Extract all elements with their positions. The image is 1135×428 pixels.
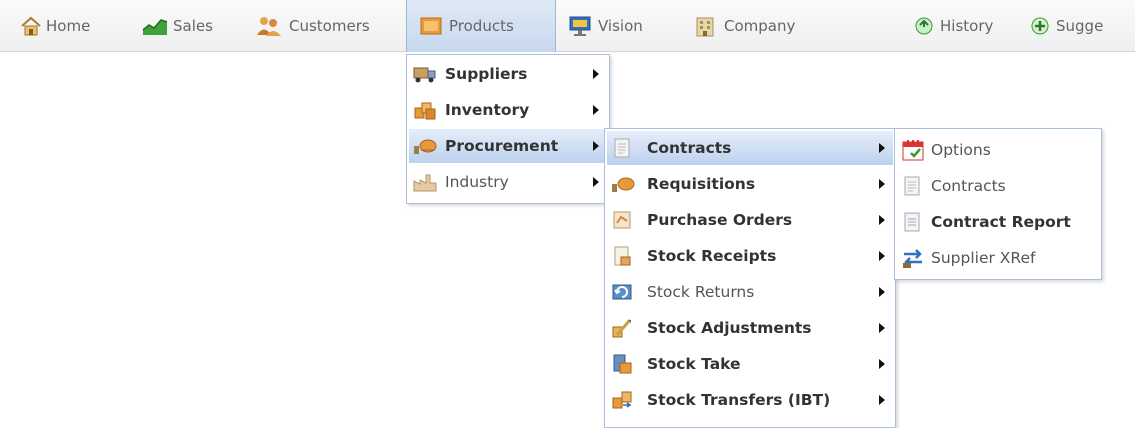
- procurement-icon: [413, 136, 437, 156]
- menu-item-procurement-label: Procurement: [445, 137, 559, 155]
- menu-item-industry[interactable]: Industry: [409, 165, 607, 199]
- submenu-arrow-icon: [879, 359, 885, 369]
- submenu-arrow-icon: [593, 141, 599, 151]
- stock-transfers-icon: [611, 389, 633, 411]
- contract-report-icon: [901, 211, 923, 233]
- industry-factory-icon: [413, 172, 437, 192]
- menu-item-suppliers-label: Suppliers: [445, 65, 528, 83]
- stock-adjustments-icon: [611, 317, 633, 339]
- nav-sales-label: Sales: [173, 17, 213, 35]
- menu-item-options-label: Options: [931, 141, 991, 159]
- nav-products[interactable]: Products: [406, 0, 556, 52]
- company-building-icon: [694, 15, 716, 37]
- menu-item-contracts-list[interactable]: Contracts: [897, 169, 1099, 203]
- nav-customers[interactable]: Customers: [256, 0, 370, 52]
- menu-item-contract-report-label: Contract Report: [931, 213, 1071, 231]
- menu-item-requisitions-label: Requisitions: [647, 175, 756, 193]
- nav-history[interactable]: History: [914, 0, 993, 52]
- submenu-arrow-icon: [879, 287, 885, 297]
- contracts-submenu: Options Contracts Contract Report Suppli…: [894, 128, 1102, 280]
- suppliers-truck-icon: [413, 64, 437, 84]
- options-calendar-icon: [901, 138, 925, 162]
- submenu-arrow-icon: [879, 215, 885, 225]
- contracts-document-icon: [611, 137, 633, 159]
- menu-item-procurement[interactable]: Procurement: [409, 129, 607, 163]
- sales-chart-icon: [142, 16, 168, 36]
- menu-item-stock-transfers-label: Stock Transfers (IBT): [647, 391, 831, 409]
- submenu-arrow-icon: [593, 177, 599, 187]
- submenu-arrow-icon: [879, 323, 885, 333]
- nav-company-label: Company: [724, 17, 796, 35]
- menu-item-stock-take[interactable]: Stock Take: [607, 347, 893, 381]
- menu-item-supplier-xref[interactable]: Supplier XRef: [897, 241, 1099, 275]
- supplier-xref-icon: [901, 247, 925, 269]
- nav-home[interactable]: Home: [20, 0, 90, 52]
- inventory-icon: [413, 100, 437, 120]
- menu-item-stock-adjustments[interactable]: Stock Adjustments: [607, 311, 893, 345]
- menu-item-stock-adjustments-label: Stock Adjustments: [647, 319, 812, 337]
- nav-suggest[interactable]: Sugge: [1030, 0, 1103, 52]
- menu-item-stock-receipts[interactable]: Stock Receipts: [607, 239, 893, 273]
- vision-monitor-icon: [568, 15, 592, 37]
- contracts-list-document-icon: [901, 175, 923, 197]
- submenu-arrow-icon: [879, 179, 885, 189]
- nav-customers-label: Customers: [289, 17, 370, 35]
- home-icon: [20, 16, 42, 36]
- submenu-arrow-icon: [593, 69, 599, 79]
- customers-icon: [256, 15, 282, 37]
- menu-item-stock-receipts-label: Stock Receipts: [647, 247, 777, 265]
- menu-item-suppliers[interactable]: Suppliers: [409, 57, 607, 91]
- menu-item-stock-transfers[interactable]: Stock Transfers (IBT): [607, 383, 893, 417]
- menu-item-stock-returns[interactable]: Stock Returns: [607, 275, 893, 309]
- nav-sales[interactable]: Sales: [142, 0, 213, 52]
- menu-item-contracts-label: Contracts: [647, 139, 732, 157]
- nav-company[interactable]: Company: [694, 0, 795, 52]
- menu-item-purchase-orders-label: Purchase Orders: [647, 211, 793, 229]
- menu-item-inventory-label: Inventory: [445, 101, 530, 119]
- menu-item-stock-returns-label: Stock Returns: [647, 283, 755, 301]
- products-dropdown-menu: Suppliers Inventory Procurement Industry: [406, 54, 610, 204]
- nav-history-label: History: [940, 17, 994, 35]
- requisitions-icon: [611, 174, 635, 194]
- menu-item-stock-take-label: Stock Take: [647, 355, 741, 373]
- menu-item-contracts-list-label: Contracts: [931, 177, 1006, 195]
- products-icon: [419, 16, 443, 36]
- procurement-submenu: Contracts Requisitions Purchase Orders S…: [604, 128, 896, 428]
- nav-home-label: Home: [46, 17, 91, 35]
- menu-item-supplier-xref-label: Supplier XRef: [931, 249, 1036, 267]
- menu-item-purchase-orders[interactable]: Purchase Orders: [607, 203, 893, 237]
- stock-receipts-icon: [611, 245, 633, 267]
- history-icon: [914, 16, 934, 36]
- menu-item-requisitions[interactable]: Requisitions: [607, 167, 893, 201]
- menu-item-inventory[interactable]: Inventory: [409, 93, 607, 127]
- submenu-arrow-icon: [879, 143, 885, 153]
- purchase-orders-icon: [611, 209, 633, 231]
- menu-item-contract-report[interactable]: Contract Report: [897, 205, 1099, 239]
- menu-item-options[interactable]: Options: [897, 133, 1099, 167]
- submenu-arrow-icon: [879, 395, 885, 405]
- submenu-arrow-icon: [879, 251, 885, 261]
- nav-vision-label: Vision: [598, 17, 643, 35]
- nav-suggest-label: Sugge: [1056, 17, 1104, 35]
- stock-returns-icon: [611, 281, 633, 303]
- nav-vision[interactable]: Vision: [568, 0, 643, 52]
- menu-item-contracts[interactable]: Contracts: [607, 131, 893, 165]
- stock-take-icon: [611, 353, 633, 375]
- menu-item-industry-label: Industry: [445, 173, 509, 191]
- submenu-arrow-icon: [593, 105, 599, 115]
- top-navigation-bar: Home Sales Customers Products Vision Com…: [0, 0, 1135, 52]
- suggest-icon: [1030, 16, 1050, 36]
- nav-products-label: Products: [449, 17, 514, 35]
